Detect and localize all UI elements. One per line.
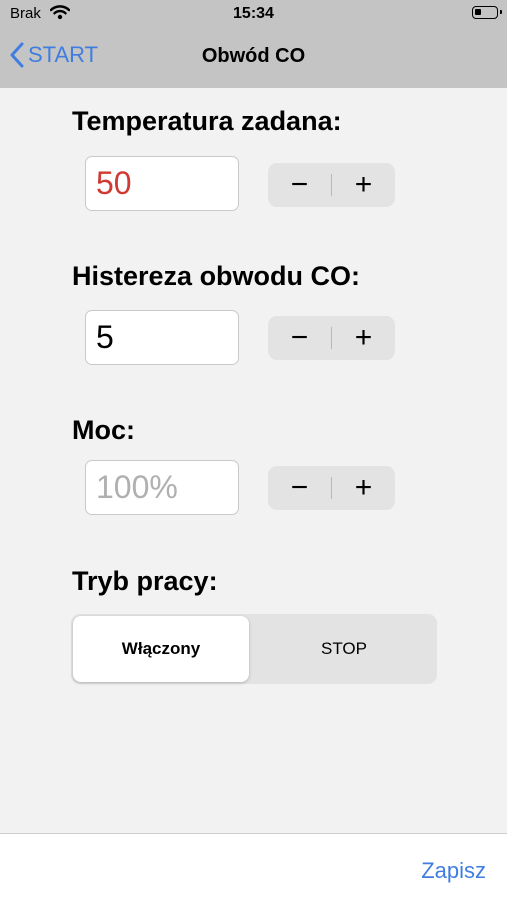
- mode-option-on[interactable]: Włączony: [73, 616, 249, 682]
- hysteresis-label: Histereza obwodu CO:: [72, 261, 361, 291]
- power-field[interactable]: 100%: [85, 460, 239, 515]
- power-decrement-button[interactable]: −: [268, 466, 331, 510]
- power-stepper: − +: [268, 466, 395, 510]
- save-button[interactable]: Zapisz: [421, 858, 486, 884]
- status-bar: Brak 15:34: [0, 0, 507, 30]
- mode-option-stop[interactable]: STOP: [253, 616, 435, 682]
- page-title: Obwód CO: [201, 45, 306, 67]
- hysteresis-stepper: − +: [268, 316, 395, 360]
- hysteresis-increment-button[interactable]: +: [332, 316, 395, 360]
- battery-level: [475, 9, 481, 15]
- battery-nub: [500, 10, 502, 14]
- battery-icon: [472, 6, 502, 19]
- hysteresis-decrement-button[interactable]: −: [268, 316, 331, 360]
- temperature-stepper: − +: [268, 163, 395, 207]
- bottom-toolbar: Zapisz: [0, 833, 507, 900]
- power-increment-button[interactable]: +: [332, 466, 395, 510]
- temperature-label: Temperatura zadana:: [72, 106, 342, 136]
- temperature-decrement-button[interactable]: −: [268, 163, 331, 207]
- mode-label: Tryb pracy:: [72, 566, 218, 596]
- hysteresis-field[interactable]: 5: [85, 310, 239, 365]
- clock: 15:34: [233, 5, 274, 22]
- temperature-field[interactable]: 50: [85, 156, 239, 211]
- power-label: Moc:: [72, 415, 135, 445]
- navigation-bar: START Obwód CO: [0, 30, 507, 88]
- mode-segmented-control: Włączony STOP: [71, 614, 437, 684]
- temperature-increment-button[interactable]: +: [332, 163, 395, 207]
